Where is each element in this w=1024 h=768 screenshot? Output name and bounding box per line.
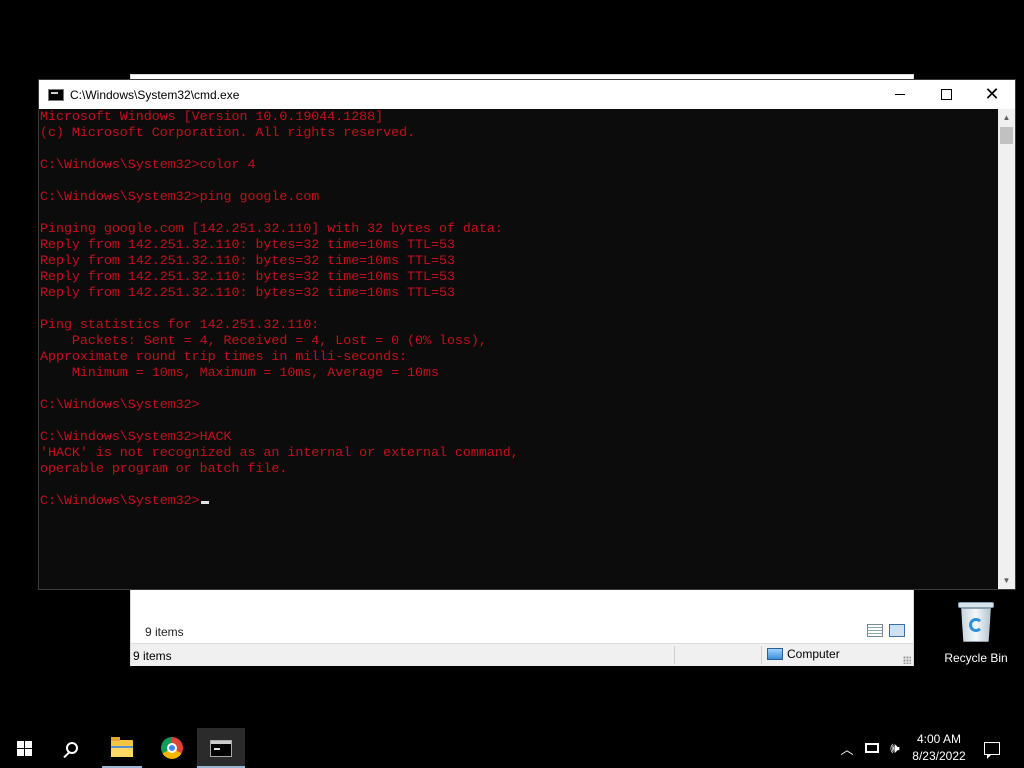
- volume-button[interactable]: 🕪: [884, 728, 906, 768]
- clock-time: 4:00 AM: [916, 732, 962, 746]
- minimize-button[interactable]: [877, 80, 923, 109]
- console-line: Minimum = 10ms, Maximum = 10ms, Average …: [40, 365, 439, 380]
- console-line: Reply from 142.251.32.110: bytes=32 time…: [40, 285, 455, 300]
- large-icons-view-icon[interactable]: [889, 624, 905, 637]
- network-button[interactable]: [862, 728, 882, 768]
- recycle-bin-icon: [958, 600, 994, 642]
- view-toggle-group: [867, 624, 905, 637]
- scroll-thumb[interactable]: [1000, 127, 1013, 144]
- chrome-icon: [161, 737, 183, 759]
- console-line: Reply from 142.251.32.110: bytes=32 time…: [40, 253, 455, 268]
- title-bar[interactable]: C:\Windows\System32\cmd.exe ✕: [39, 80, 1015, 109]
- clock[interactable]: 4:00 AM 8/23/2022: [906, 728, 972, 768]
- console-line: Pinging google.com [142.251.32.110] with…: [40, 221, 503, 236]
- console-line: (c) Microsoft Corporation. All rights re…: [40, 125, 416, 140]
- recycle-bin-shortcut[interactable]: Recycle Bin: [938, 600, 1014, 665]
- details-view-icon[interactable]: [867, 624, 883, 637]
- recycle-bin-label: Recycle Bin: [944, 651, 1008, 665]
- cmd-app-icon[interactable]: [48, 88, 64, 101]
- resize-grip-icon[interactable]: [903, 656, 911, 664]
- cmd-icon: [210, 739, 232, 757]
- window-controls: ✕: [877, 80, 1015, 109]
- status-location: Computer: [767, 647, 840, 661]
- speaker-icon: 🕪: [890, 739, 900, 757]
- action-center-button[interactable]: [978, 728, 1006, 768]
- close-button[interactable]: ✕: [969, 80, 1015, 109]
- console-line: C:\Windows\System32>: [40, 493, 1001, 509]
- console-line: operable program or batch file.: [40, 461, 288, 476]
- text-cursor: [200, 501, 209, 504]
- item-count-label: 9 items: [145, 625, 184, 639]
- status-divider: [674, 646, 675, 664]
- vertical-scrollbar[interactable]: ▲ ▼: [998, 109, 1015, 589]
- windows-start-icon: [16, 740, 32, 756]
- status-location-label: Computer: [787, 647, 840, 661]
- taskbar-chrome[interactable]: [148, 728, 196, 768]
- status-bar: 9 items Computer: [131, 643, 913, 666]
- computer-icon: [767, 648, 783, 660]
- console-line: Ping statistics for 142.251.32.110:: [40, 317, 320, 332]
- taskbar: ︿ 🕪 4:00 AM 8/23/2022: [0, 728, 1024, 768]
- maximize-button[interactable]: [923, 80, 969, 109]
- console-line: C:\Windows\System32>ping google.com: [40, 189, 320, 204]
- console-line: Reply from 142.251.32.110: bytes=32 time…: [40, 237, 455, 252]
- window-title: C:\Windows\System32\cmd.exe: [70, 87, 240, 102]
- console-line: C:\Windows\System32>color 4: [40, 157, 256, 172]
- console-line: C:\Windows\System32>: [40, 397, 200, 412]
- scroll-down-icon[interactable]: ▼: [998, 572, 1015, 589]
- console-line: Microsoft Windows [Version 10.0.19044.12…: [40, 109, 384, 124]
- taskbar-cmd[interactable]: [197, 728, 245, 768]
- console-line: Reply from 142.251.32.110: bytes=32 time…: [40, 269, 455, 284]
- taskbar-file-explorer[interactable]: [98, 728, 146, 768]
- chevron-up-icon: ︿: [840, 741, 854, 757]
- file-explorer-icon: [111, 736, 133, 757]
- notification-icon: [984, 741, 1000, 759]
- console-line: Approximate round trip times in milli-se…: [40, 349, 408, 364]
- console-line: Packets: Sent = 4, Received = 4, Lost = …: [40, 333, 487, 348]
- cmd-window[interactable]: C:\Windows\System32\cmd.exe ✕ Microsoft …: [38, 79, 1016, 590]
- search-button[interactable]: [48, 728, 96, 768]
- status-divider: [761, 646, 762, 664]
- console-line: C:\Windows\System32>HACK: [40, 429, 232, 444]
- scroll-up-icon[interactable]: ▲: [998, 109, 1015, 126]
- status-item-count: 9 items: [133, 649, 172, 663]
- console-output[interactable]: Microsoft Windows [Version 10.0.19044.12…: [39, 109, 1001, 589]
- console-line: 'HACK' is not recognized as an internal …: [40, 445, 519, 460]
- network-icon: [865, 743, 879, 753]
- search-icon: [66, 742, 78, 754]
- start-button[interactable]: [0, 728, 48, 768]
- show-hidden-icons-button[interactable]: ︿: [838, 728, 856, 768]
- clock-date: 8/23/2022: [912, 749, 966, 763]
